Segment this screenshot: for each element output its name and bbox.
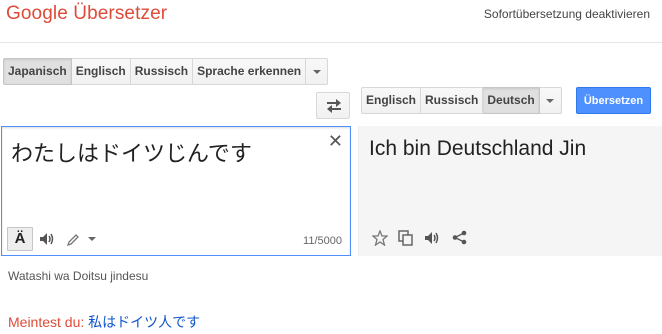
target-language-bar: Englisch Russisch Deutsch xyxy=(361,87,562,114)
chevron-down-icon xyxy=(312,69,321,74)
did-you-mean-suggestion-link[interactable]: 私はドイツ人です xyxy=(88,314,200,330)
handwriting-pencil-icon[interactable] xyxy=(66,233,80,247)
transliteration: Watashi wa Doitsu jindesu xyxy=(8,269,149,283)
translation-result-area: Ich bin Deutschland Jin xyxy=(358,126,662,256)
did-you-mean-label: Meintest du: xyxy=(8,314,85,330)
input-tools-chevron-down-icon[interactable] xyxy=(88,237,96,241)
source-lang-russian[interactable]: Russisch xyxy=(130,58,194,85)
source-lang-japanese[interactable]: Japanisch xyxy=(3,58,72,85)
swap-arrows-icon xyxy=(327,99,341,113)
clear-icon[interactable]: ✕ xyxy=(328,131,343,152)
target-lang-dropdown[interactable] xyxy=(539,87,562,114)
star-icon[interactable] xyxy=(372,230,388,246)
source-lang-detect[interactable]: Sprache erkennen xyxy=(193,58,307,85)
source-lang-dropdown[interactable] xyxy=(306,58,329,85)
did-you-mean: Meintest du: 私はドイツ人です xyxy=(8,312,200,332)
copy-icon[interactable] xyxy=(398,230,414,246)
source-lang-english[interactable]: Englisch xyxy=(71,58,131,85)
header-divider xyxy=(0,42,662,43)
speaker-icon[interactable] xyxy=(39,232,55,246)
target-lang-russian[interactable]: Russisch xyxy=(421,87,484,114)
source-text[interactable]: わたしはドイツじんです xyxy=(11,136,252,168)
translation-text[interactable]: Ich bin Deutschland Jin xyxy=(369,137,586,161)
source-language-bar: Japanisch Englisch Russisch Sprache erke… xyxy=(3,58,329,85)
target-lang-german[interactable]: Deutsch xyxy=(483,87,540,114)
source-text-area[interactable]: わたしはドイツじんです ✕ Ä 11/5000 xyxy=(1,126,351,256)
instant-translation-toggle[interactable]: Sofortübersetzung deaktivieren xyxy=(484,7,650,21)
target-lang-english[interactable]: Englisch xyxy=(361,87,422,114)
swap-languages-button[interactable] xyxy=(316,92,350,119)
chevron-down-icon xyxy=(546,98,555,103)
speaker-icon[interactable] xyxy=(424,231,440,245)
share-icon[interactable] xyxy=(452,230,467,245)
app-logo[interactable]: Google Übersetzer xyxy=(6,3,167,25)
translate-button[interactable]: Übersetzen xyxy=(576,87,651,114)
character-count: 11/5000 xyxy=(303,235,342,247)
virtual-keyboard-button[interactable]: Ä xyxy=(7,227,33,251)
